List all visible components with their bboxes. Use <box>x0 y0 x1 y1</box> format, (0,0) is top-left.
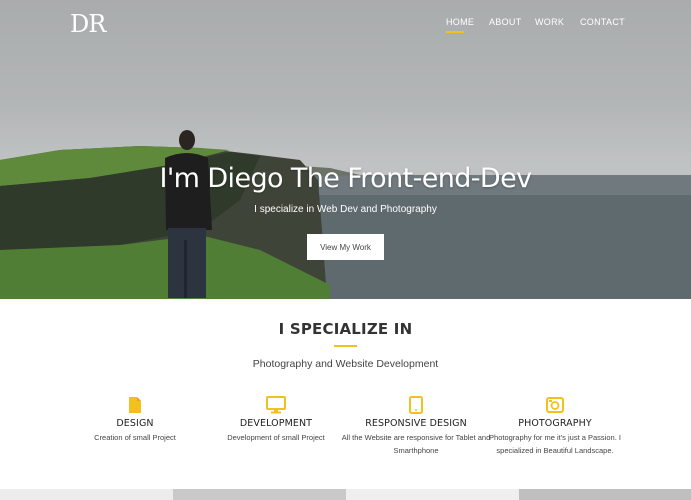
nav-item-work[interactable]: WORK <box>535 17 564 27</box>
tablet-icon <box>409 396 423 414</box>
section-divider <box>334 345 357 347</box>
service-title: PHOTOGRAPHY <box>518 418 592 429</box>
service-photography: PHOTOGRAPHY Photography for me it's just… <box>470 396 640 457</box>
portfolio-tile[interactable] <box>0 489 173 500</box>
hero-title: I'm Diego The Front-end-Dev <box>159 163 532 194</box>
document-icon <box>129 397 141 413</box>
active-nav-indicator <box>446 31 464 33</box>
nav-item-home[interactable]: HOME <box>446 17 475 33</box>
hero-section: DR HOME ABOUT WORK CONTACT I'm Diego The… <box>0 0 691 299</box>
service-description: Photography for me it's just a Passion. … <box>489 433 621 455</box>
camera-icon <box>546 397 564 413</box>
section-title: I SPECIALIZE IN <box>278 320 413 338</box>
monitor-icon <box>266 396 286 414</box>
nav-item-label: WORK <box>535 17 565 27</box>
portfolio-tile[interactable] <box>173 489 346 500</box>
nav-item-label: ABOUT <box>489 17 522 27</box>
portfolio-tile[interactable] <box>519 489 691 500</box>
view-my-work-button[interactable]: View My Work <box>307 234 384 260</box>
site-logo[interactable]: DR <box>70 10 106 38</box>
nav-item-about[interactable]: ABOUT <box>489 17 522 27</box>
nav-item-contact[interactable]: CONTACT <box>580 17 625 27</box>
hero-subtitle: I specialize in Web Dev and Photography <box>254 204 437 215</box>
nav-item-label: HOME <box>446 17 475 27</box>
nav-item-label: CONTACT <box>580 17 625 27</box>
portfolio-tile[interactable] <box>346 489 519 500</box>
section-subtitle: Photography and Website Development <box>252 358 439 370</box>
